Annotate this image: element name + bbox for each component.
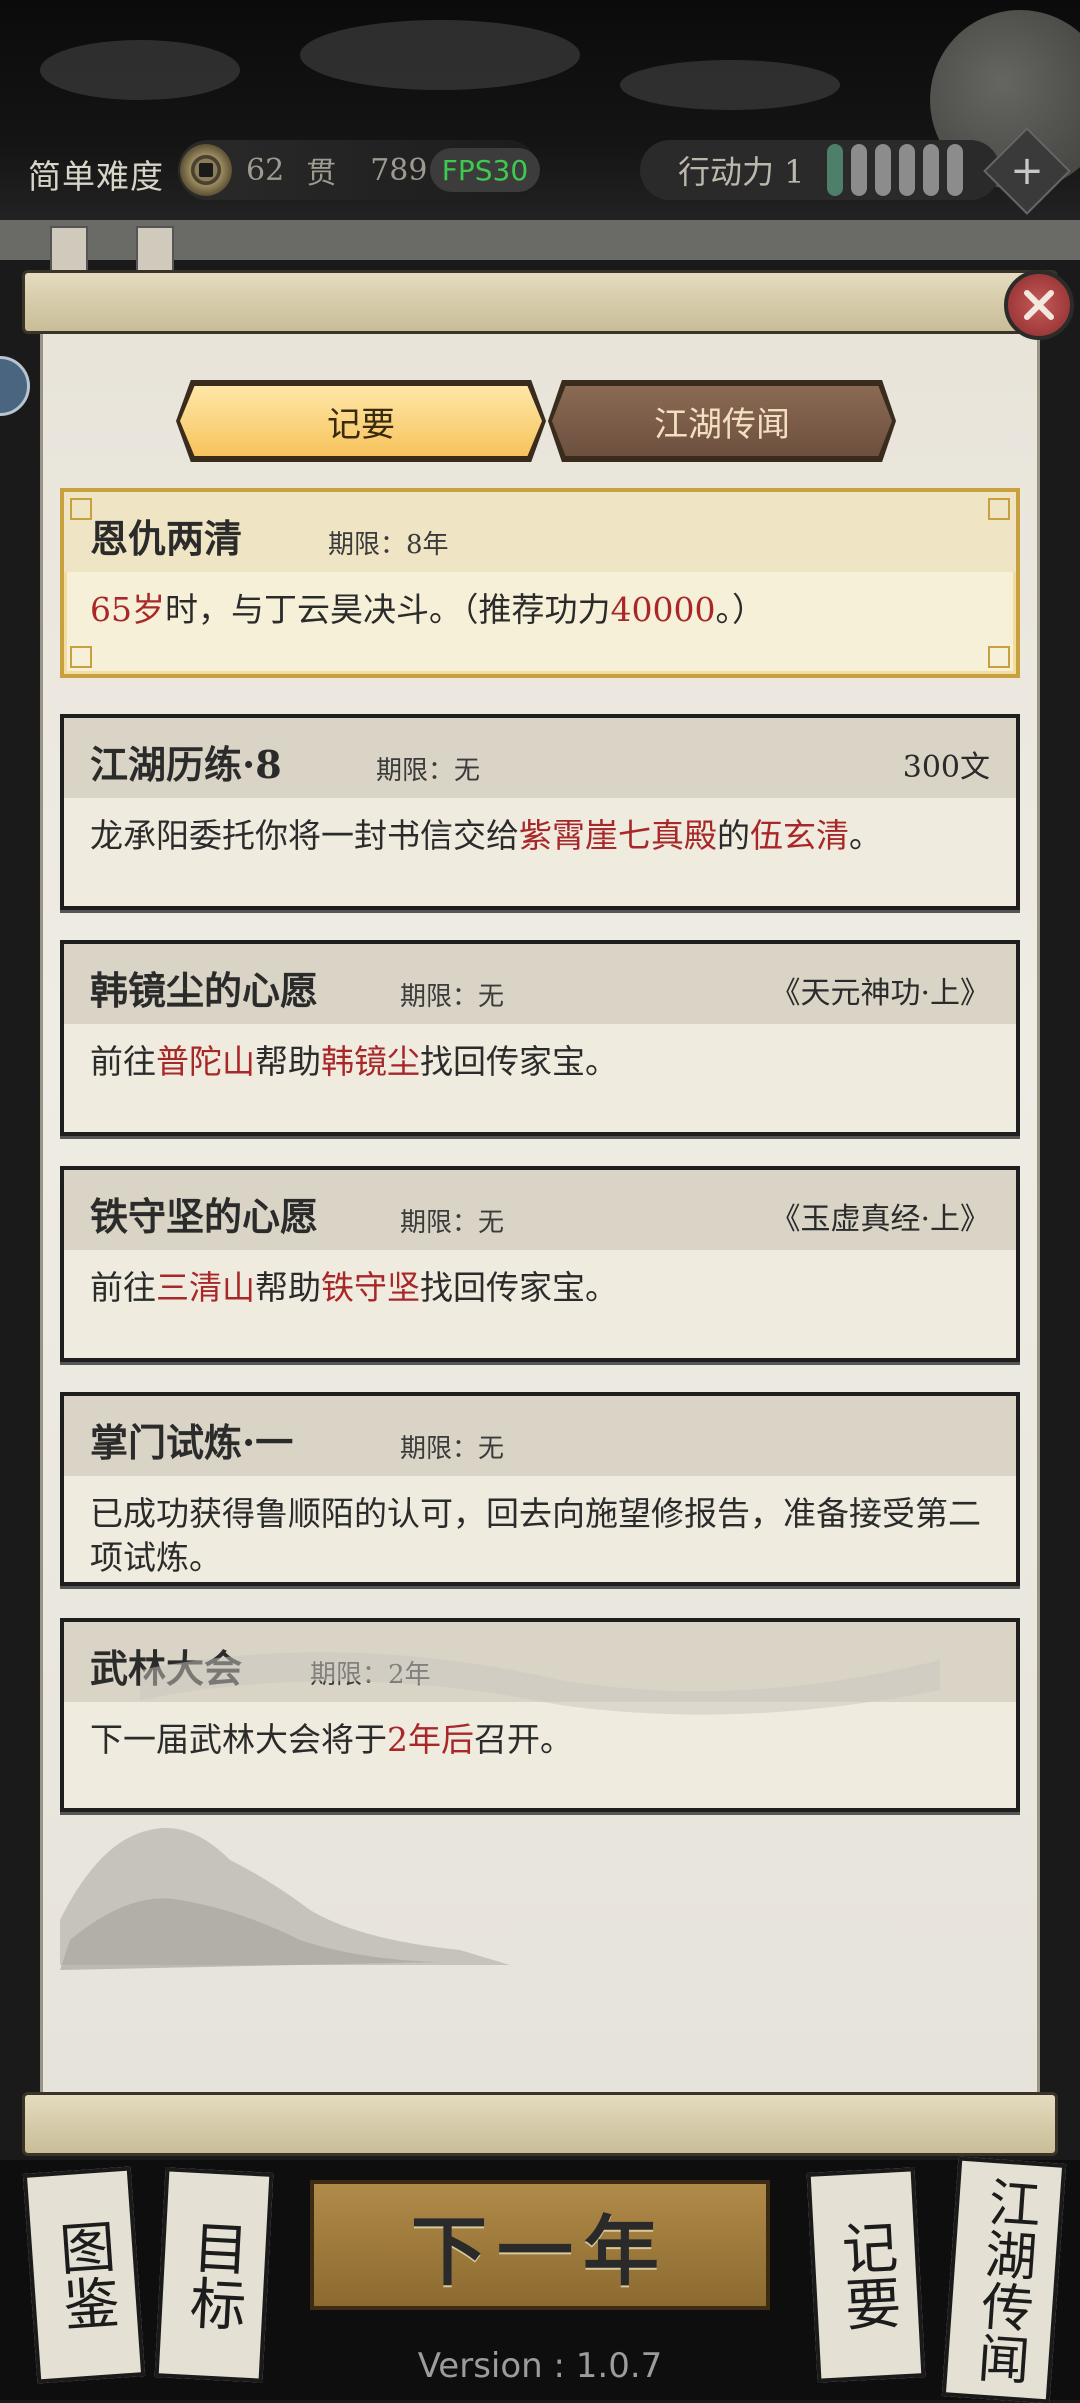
quest-deadline: 期限：2年: [310, 1660, 431, 1690]
ornament-corner: [988, 646, 1010, 668]
catalog-button-label: 图鉴: [48, 2216, 121, 2334]
quest-card[interactable]: 武林大会 期限：2年下一届武林大会将于2年后召开。: [60, 1618, 1020, 1812]
quest-deadline: 期限：8年: [328, 530, 449, 560]
quest-highlight-text: 2年后: [387, 1720, 474, 1759]
quest-text: 找回传家宝。: [420, 1268, 618, 1307]
quest-title: 铁守坚的心愿: [90, 1194, 319, 1239]
quest-text: 前往: [90, 1268, 156, 1307]
close-button[interactable]: [1004, 270, 1074, 340]
quest-title: 掌门试炼·一: [90, 1420, 294, 1465]
quest-text: 。）: [715, 590, 765, 629]
quest-card-header: 江湖历练·8 期限：无 300文: [64, 718, 1016, 798]
ornament-corner: [988, 498, 1010, 520]
quest-card-header: 掌门试炼·一 期限：无: [64, 1396, 1016, 1476]
action-pip: [826, 144, 843, 196]
quest-text: 已成功获得鲁顺陌的认可，回去向施望修报告，准备接受第二项试炼。: [90, 1494, 981, 1577]
quest-card[interactable]: 江湖历练·8 期限：无 300文龙承阳委托你将一封书信交给紫霄崖七真殿的伍玄清。: [60, 714, 1020, 910]
coin-wen-value: 789: [370, 152, 428, 188]
quest-text: 。: [849, 816, 882, 855]
quest-text: 找回传家宝。: [420, 1042, 618, 1081]
quest-reward: 《玉虚真经·上》: [770, 1202, 990, 1237]
tab-notes[interactable]: 记要: [180, 386, 542, 456]
quest-card[interactable]: 恩仇两清 期限：8年 65岁时，与丁云昊决斗。（推荐功力40000。）: [60, 488, 1020, 678]
sky-background: [0, 0, 1080, 240]
quest-description: 65岁时，与丁云昊决斗。（推荐功力40000。）: [64, 572, 1016, 632]
quest-text: 龙承阳委托你将一封书信交给: [90, 816, 519, 855]
action-pip: [874, 144, 891, 196]
quest-card[interactable]: 掌门试炼·一 期限：无已成功获得鲁顺陌的认可，回去向施望修报告，准备接受第二项试炼…: [60, 1392, 1020, 1586]
quest-deadline: 期限：无: [376, 756, 481, 786]
quest-reward: 300文: [902, 750, 990, 785]
quest-text: 前往: [90, 1042, 156, 1081]
quest-highlight-text: 65岁: [90, 590, 165, 629]
action-pip: [898, 144, 915, 196]
quest-text: 召开。: [474, 1720, 573, 1759]
quest-description: 下一届武林大会将于2年后召开。: [64, 1702, 1016, 1762]
version-label: Version : 1.0.7: [417, 2346, 663, 2386]
next-year-label: 下一年: [411, 2207, 669, 2296]
quest-description: 前往三清山帮助铁守坚找回传家宝。: [64, 1250, 1016, 1310]
side-badge-icon[interactable]: [0, 356, 30, 416]
quest-reward: 《天元神功·上》: [770, 976, 990, 1011]
quest-card-header: 恩仇两清 期限：8年: [64, 492, 1016, 572]
action-pip: [850, 144, 867, 196]
quest-description: 已成功获得鲁顺陌的认可，回去向施望修报告，准备接受第二项试炼。: [64, 1476, 1016, 1580]
quest-deadline: 期限：无: [400, 1434, 505, 1464]
quest-text: 下一届武林大会将于: [90, 1720, 387, 1759]
quest-title: 韩镜尘的心愿: [90, 968, 319, 1013]
cloud-decoration: [40, 40, 240, 100]
quest-title: 武林大会: [90, 1646, 243, 1691]
quest-card[interactable]: 铁守坚的心愿 期限：无 《玉虚真经·上》前往三清山帮助铁守坚找回传家宝。: [60, 1166, 1020, 1362]
quest-card-header: 武林大会 期限：2年: [64, 1622, 1016, 1702]
action-points-label: 行动力 1: [678, 153, 805, 191]
cloud-decoration: [300, 20, 580, 90]
quest-highlight-text: 韩镜尘: [321, 1042, 420, 1081]
next-year-button[interactable]: 下一年: [310, 2180, 770, 2310]
quest-highlight-text: 40000: [610, 590, 716, 629]
quest-deadline: 期限：无: [400, 1208, 505, 1238]
ornament-corner: [70, 498, 92, 520]
difficulty-label: 简单难度: [28, 157, 164, 196]
quest-text: 时，与丁云昊决斗。（推荐功力: [165, 590, 611, 629]
cloud-decoration: [620, 60, 840, 110]
quest-description: 龙承阳委托你将一封书信交给紫霄崖七真殿的伍玄清。: [64, 798, 1016, 858]
coin-icon: [180, 144, 232, 196]
quest-text: 帮助: [255, 1042, 321, 1081]
tab-jianghu-rumors[interactable]: 江湖传闻: [552, 386, 892, 456]
quest-card-header: 铁守坚的心愿 期限：无 《玉虚真经·上》: [64, 1170, 1016, 1250]
quest-highlight-text: 紫霄崖七真殿: [519, 816, 717, 855]
quest-highlight-text: 伍玄清: [750, 816, 849, 855]
action-pip: [922, 144, 939, 196]
action-points-bar: 行动力 1: [640, 140, 1000, 200]
quest-deadline: 期限：无: [400, 982, 505, 1012]
quest-highlight-text: 普陀山: [156, 1042, 255, 1081]
scroll-top-rod: [22, 270, 1058, 334]
action-points-pips: [826, 144, 963, 196]
goals-button-label: 目标: [179, 2217, 250, 2333]
quest-highlight-text: 三清山: [156, 1268, 255, 1307]
action-pip: [946, 144, 963, 196]
ornament-corner: [70, 646, 92, 668]
quest-card[interactable]: 韩镜尘的心愿 期限：无 《天元神功·上》前往普陀山帮助韩镜尘找回传家宝。: [60, 940, 1020, 1136]
coin-unit: 贯: [306, 156, 337, 191]
quest-highlight-text: 铁守坚: [321, 1268, 420, 1307]
notes-button-label: 记要: [831, 2217, 902, 2333]
plus-icon: +: [1010, 148, 1044, 194]
scroll-bottom-rod: [22, 2092, 1058, 2156]
quest-title: 恩仇两清: [90, 516, 243, 561]
hanging-tag: [136, 226, 174, 274]
fps-counter: FPS30: [430, 148, 540, 192]
hanging-tag: [50, 226, 88, 274]
quest-text: 的: [717, 816, 750, 855]
coin-strings-value: 62: [246, 152, 285, 188]
quest-card-header: 韩镜尘的心愿 期限：无 《天元神功·上》: [64, 944, 1016, 1024]
quest-description: 前往普陀山帮助韩镜尘找回传家宝。: [64, 1024, 1016, 1084]
quest-text: 帮助: [255, 1268, 321, 1307]
quest-title: 江湖历练·8: [90, 742, 282, 787]
